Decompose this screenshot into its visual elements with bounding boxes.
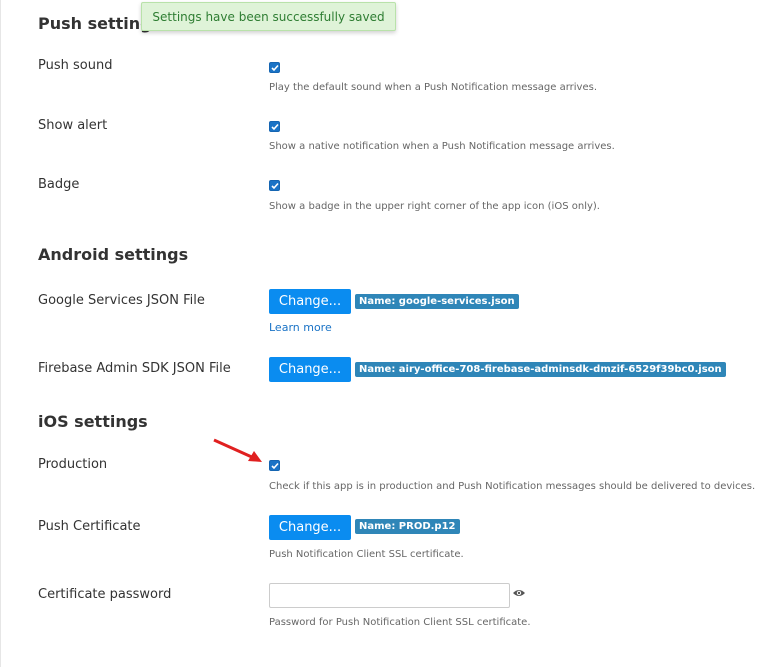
show-alert-help: Show a native notification when a Push N… xyxy=(269,141,615,152)
push-certificate-file-name: Name: PROD.p12 xyxy=(355,519,460,534)
red-arrow-icon xyxy=(213,438,262,462)
push-certificate-label: Push Certificate xyxy=(38,519,141,534)
left-edge-divider xyxy=(0,0,1,667)
show-alert-label: Show alert xyxy=(38,118,108,133)
push-certificate-help: Push Notification Client SSL certificate… xyxy=(269,549,464,560)
google-services-file-name: Name: google-services.json xyxy=(355,294,519,309)
certificate-password-help: Password for Push Notification Client SS… xyxy=(269,617,531,628)
badge-checkbox[interactable] xyxy=(269,180,280,191)
firebase-admin-label: Firebase Admin SDK JSON File xyxy=(38,361,231,376)
badge-help: Show a badge in the upper right corner o… xyxy=(269,201,600,212)
show-alert-checkbox[interactable] xyxy=(269,121,280,132)
push-sound-checkbox[interactable] xyxy=(269,62,280,73)
ios-settings-heading: iOS settings xyxy=(38,412,148,431)
certificate-password-field[interactable] xyxy=(269,583,510,608)
push-sound-help: Play the default sound when a Push Notif… xyxy=(269,82,598,93)
push-sound-label: Push sound xyxy=(38,58,113,73)
google-services-label: Google Services JSON File xyxy=(38,293,205,308)
learn-more-link[interactable]: Learn more xyxy=(269,321,332,334)
production-checkbox[interactable] xyxy=(269,460,280,471)
badge-label: Badge xyxy=(38,177,80,192)
firebase-admin-file-name: Name: airy-office-708-firebase-adminsdk-… xyxy=(355,362,726,377)
checkmark-icon xyxy=(271,462,279,470)
production-help: Check if this app is in production and P… xyxy=(269,481,756,492)
google-services-change-button[interactable]: Change... xyxy=(269,289,351,314)
eye-icon[interactable] xyxy=(512,588,526,598)
checkmark-icon xyxy=(271,182,279,190)
production-label: Production xyxy=(38,457,108,472)
checkmark-icon xyxy=(271,64,279,72)
certificate-password-label: Certificate password xyxy=(38,587,172,602)
android-settings-heading: Android settings xyxy=(38,245,189,264)
success-toast: Settings have been successfully saved xyxy=(141,2,396,31)
push-certificate-change-button[interactable]: Change... xyxy=(269,515,351,540)
firebase-admin-change-button[interactable]: Change... xyxy=(269,357,351,382)
checkmark-icon xyxy=(271,123,279,131)
